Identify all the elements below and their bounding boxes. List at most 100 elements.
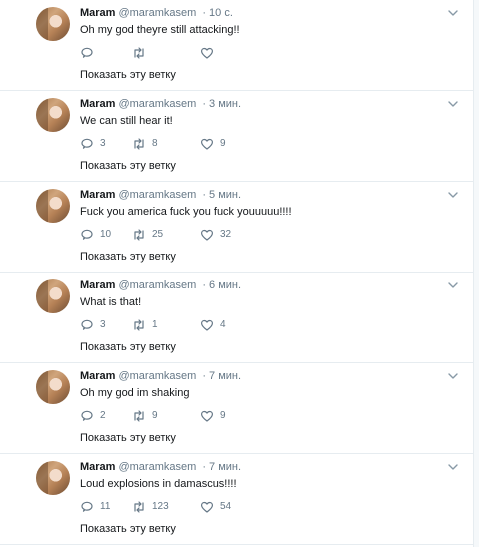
tweet-time[interactable]: · 3 мин. — [202, 98, 241, 110]
user-handle[interactable]: @maramkasem — [118, 189, 196, 201]
avatar[interactable] — [36, 461, 70, 495]
tweet-text: What is that! — [80, 296, 142, 308]
reply-button[interactable]: 2 — [80, 408, 106, 424]
like-count: 32 — [220, 229, 232, 240]
tweet-actions: 3 1 4 — [80, 317, 260, 333]
show-thread-link[interactable]: Показать эту ветку — [80, 68, 176, 82]
show-thread-link[interactable]: Показать эту ветку — [80, 340, 176, 354]
retweet-count: 9 — [152, 410, 158, 421]
chevron-down-icon[interactable] — [447, 370, 459, 382]
reply-icon — [81, 47, 93, 58]
tweet-time[interactable]: · 6 мин. — [202, 279, 241, 291]
avatar[interactable] — [36, 7, 70, 41]
retweet-icon — [134, 138, 144, 150]
reply-icon — [81, 229, 93, 240]
chevron-down-icon[interactable] — [447, 279, 459, 291]
like-button[interactable]: 4 — [200, 317, 226, 333]
tweet-time[interactable]: · 7 мин. — [202, 461, 241, 473]
show-thread-link[interactable]: Показать эту ветку — [80, 250, 176, 264]
show-thread-link[interactable]: Показать эту ветку — [80, 159, 176, 173]
avatar[interactable] — [36, 189, 70, 223]
show-thread-link[interactable]: Показать эту ветку — [80, 522, 176, 536]
retweet-button[interactable]: 8 — [132, 136, 158, 152]
tweet[interactable]: Maram @maramkasem · 7 мин. Loud explosion… — [0, 454, 474, 545]
tweet[interactable]: Maram @maramkasem · 5 мин. Fuck you ameri… — [0, 182, 474, 273]
reply-count: 3 — [100, 138, 106, 149]
show-thread-link[interactable]: Показать эту ветку — [80, 431, 176, 445]
retweet-button[interactable]: 1 — [132, 317, 158, 333]
reply-count: 10 — [100, 229, 112, 240]
retweet-button[interactable] — [132, 45, 152, 61]
tweet-text: Fuck you america fuck you fuck youuuuu!!… — [80, 206, 292, 218]
user-handle[interactable]: @maramkasem — [118, 461, 196, 473]
tweet-header: Maram @maramkasem · 10 с. — [80, 6, 233, 20]
retweet-button[interactable]: 123 — [132, 499, 169, 515]
tweet[interactable]: Maram @maramkasem · 3 мин. We can still h… — [0, 91, 474, 182]
user-name[interactable]: Maram — [80, 461, 115, 473]
tweet-actions: 11 123 54 — [80, 499, 260, 515]
tweet[interactable]: Maram @maramkasem · 7 мин. Oh my god im s… — [0, 363, 474, 454]
retweet-icon — [134, 47, 144, 59]
tweet[interactable]: Maram @maramkasem · 10 с. Oh my god theyr… — [0, 0, 474, 91]
reply-icon — [81, 138, 93, 149]
reply-button[interactable]: 10 — [80, 227, 111, 243]
tweet[interactable]: Maram @maramkasem · 6 мин. What is that! … — [0, 272, 474, 363]
like-button[interactable]: 9 — [200, 408, 226, 424]
retweet-icon — [134, 410, 144, 422]
tweet-actions — [80, 45, 260, 61]
retweet-button[interactable]: 9 — [132, 408, 158, 424]
tweet-time[interactable]: · 7 мин. — [202, 370, 241, 382]
heart-icon — [201, 410, 213, 422]
avatar[interactable] — [36, 98, 70, 132]
reply-icon — [81, 319, 93, 330]
tweet-text: Oh my god im shaking — [80, 387, 190, 399]
like-button[interactable]: 9 — [200, 136, 226, 152]
retweet-icon — [134, 501, 144, 513]
tweet-timeline: Maram @maramkasem · 10 с. Oh my god theyr… — [0, 0, 474, 547]
chevron-down-icon[interactable] — [447, 461, 459, 473]
reply-count: 11 — [100, 501, 111, 512]
retweet-count: 25 — [152, 229, 164, 240]
chevron-down-icon[interactable] — [447, 7, 459, 19]
user-handle[interactable]: @maramkasem — [118, 279, 196, 291]
avatar[interactable] — [36, 279, 70, 313]
tweet-header: Maram @maramkasem · 6 мин. — [80, 278, 241, 292]
tweet-text: We can still hear it! — [80, 115, 173, 127]
user-name[interactable]: Maram — [80, 370, 115, 382]
like-button[interactable] — [200, 45, 220, 61]
heart-icon — [201, 229, 213, 241]
user-handle[interactable]: @maramkasem — [118, 370, 196, 382]
chevron-down-icon[interactable] — [447, 98, 459, 110]
user-handle[interactable]: @maramkasem — [118, 98, 196, 110]
heart-icon — [201, 138, 213, 150]
like-count: 4 — [220, 319, 226, 330]
scrollbar[interactable] — [474, 0, 479, 547]
tweet-time[interactable]: · 10 с. — [202, 7, 233, 19]
reply-button[interactable]: 3 — [80, 317, 106, 333]
like-count: 54 — [220, 501, 232, 512]
tweet-text: Loud explosions in damascus!!!! — [80, 478, 237, 490]
user-name[interactable]: Maram — [80, 189, 115, 201]
user-name[interactable]: Maram — [80, 279, 115, 291]
reply-button[interactable] — [80, 45, 100, 61]
heart-icon — [201, 47, 213, 59]
like-count: 9 — [220, 138, 226, 149]
reply-button[interactable]: 11 — [80, 499, 110, 515]
user-name[interactable]: Maram — [80, 98, 115, 110]
reply-button[interactable]: 3 — [80, 136, 106, 152]
avatar[interactable] — [36, 370, 70, 404]
tweet-time[interactable]: · 5 мин. — [202, 189, 241, 201]
like-button[interactable]: 32 — [200, 227, 231, 243]
user-name[interactable]: Maram — [80, 7, 115, 19]
tweet-header: Maram @maramkasem · 5 мин. — [80, 188, 241, 202]
tweet-header: Maram @maramkasem · 7 мин. — [80, 369, 241, 383]
retweet-count: 1 — [152, 319, 158, 330]
retweet-button[interactable]: 25 — [132, 227, 163, 243]
reply-count: 3 — [100, 319, 106, 330]
user-handle[interactable]: @maramkasem — [118, 7, 196, 19]
retweet-icon — [134, 319, 144, 331]
like-button[interactable]: 54 — [200, 499, 231, 515]
heart-icon — [201, 501, 213, 513]
retweet-count: 123 — [152, 501, 169, 512]
chevron-down-icon[interactable] — [447, 189, 459, 201]
